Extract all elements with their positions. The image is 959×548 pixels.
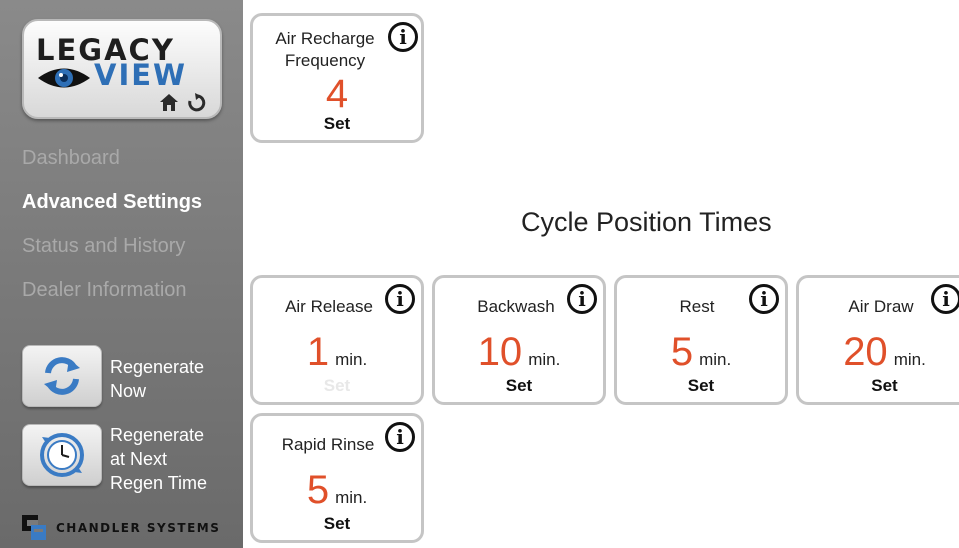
cycle-unit: min. xyxy=(699,350,732,369)
cycle-unit: min. xyxy=(528,350,561,369)
cycle-title: Air Draw xyxy=(848,297,914,316)
regenerate-now-label[interactable]: Regenerate Now xyxy=(110,355,204,403)
cycle-set-button[interactable]: Set xyxy=(799,376,959,396)
cycle-title: Rapid Rinse xyxy=(281,435,375,454)
info-icon[interactable]: i xyxy=(385,284,415,314)
cycle-set-button[interactable]: Set xyxy=(617,376,785,396)
nav-status-history[interactable]: Status and History xyxy=(22,235,185,258)
cycle-card-rapid-rinse[interactable]: Rapid Rinse i 5 min. Set xyxy=(250,413,424,543)
regenerate-next-button[interactable] xyxy=(22,424,102,486)
chandler-logo-icon xyxy=(22,515,46,540)
cycle-set-button[interactable]: Set xyxy=(435,376,603,396)
air-recharge-value: 4 xyxy=(325,72,349,116)
info-icon[interactable]: i xyxy=(385,422,415,452)
nav-dealer-information[interactable]: Dealer Information xyxy=(22,279,187,302)
air-recharge-value-row: 4 xyxy=(253,72,421,117)
cycle-value-row: 20 min. xyxy=(799,330,959,375)
info-icon[interactable]: i xyxy=(567,284,597,314)
regenerate-arrows-icon xyxy=(44,357,80,395)
cycle-unit: min. xyxy=(335,488,368,507)
brand-text: Chandler Systems xyxy=(56,521,221,535)
info-icon[interactable]: i xyxy=(931,284,959,314)
cycle-value-row: 1 min. xyxy=(253,330,421,375)
regenerate-next-label[interactable]: Regenerate at Next Regen Time xyxy=(110,423,207,495)
air-recharge-card[interactable]: Air Recharge Frequency i 4 Set xyxy=(250,13,424,143)
cycle-set-button[interactable]: Set xyxy=(253,514,421,534)
legacy-view-logo[interactable]: LEGACY VIEW xyxy=(22,19,222,119)
logo-home-refresh-icons xyxy=(160,93,206,112)
air-recharge-title: Air Recharge Frequency xyxy=(275,29,375,70)
logo-line2: VIEW xyxy=(94,58,188,92)
cycle-title: Air Release xyxy=(285,297,373,316)
cycle-value-row: 5 min. xyxy=(253,468,421,513)
air-recharge-set-button[interactable]: Set xyxy=(253,114,421,134)
cycle-card-air-release[interactable]: Air Release i 1 min. Set xyxy=(250,275,424,405)
cycle-value: 20 xyxy=(843,330,888,374)
clock-icon xyxy=(40,433,84,477)
sidebar: LEGACY VIEW Dashboard Advanced Settings … xyxy=(0,0,243,548)
cycle-title: Backwash xyxy=(477,297,555,316)
cycle-value: 5 xyxy=(670,330,694,374)
chandler-systems-brand: Chandler Systems xyxy=(22,515,220,541)
nav-dashboard[interactable]: Dashboard xyxy=(22,147,120,170)
eye-icon xyxy=(38,68,90,88)
section-title: Cycle Position Times xyxy=(521,207,772,237)
cycle-value: 5 xyxy=(306,468,330,512)
info-icon[interactable]: i xyxy=(388,22,418,52)
cycle-title: Rest xyxy=(679,297,715,316)
cycle-value: 10 xyxy=(477,330,523,374)
cycle-card-air-draw[interactable]: Air Draw i 20 min. Set xyxy=(796,275,959,405)
info-icon[interactable]: i xyxy=(749,284,779,314)
cycle-card-rest[interactable]: Rest i 5 min. Set xyxy=(614,275,788,405)
cycle-unit: min. xyxy=(893,350,926,369)
refresh-icon xyxy=(188,93,206,112)
home-icon xyxy=(160,94,178,111)
cycle-value: 1 xyxy=(306,330,330,374)
cycle-unit: min. xyxy=(335,350,368,369)
cycle-set-button[interactable]: Set xyxy=(253,376,421,396)
cycle-card-backwash[interactable]: Backwash i 10 min. Set xyxy=(432,275,606,405)
cycle-value-row: 10 min. xyxy=(435,330,603,375)
nav-advanced-settings[interactable]: Advanced Settings xyxy=(22,191,202,214)
regenerate-now-button[interactable] xyxy=(22,345,102,407)
cycle-value-row: 5 min. xyxy=(617,330,785,375)
